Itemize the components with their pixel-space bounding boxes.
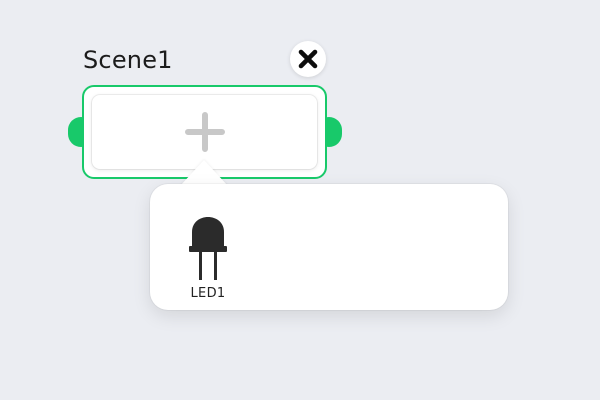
device-label: LED1 <box>190 286 226 301</box>
add-device-slot[interactable] <box>92 95 317 169</box>
plus-icon <box>184 112 225 152</box>
close-icon <box>298 49 318 69</box>
popover-arrow <box>180 160 228 186</box>
scene-title: Scene1 <box>83 46 173 74</box>
close-scene-button[interactable] <box>290 41 326 77</box>
device-picker-popover: LED1 <box>150 184 508 310</box>
led-icon <box>189 217 227 280</box>
device-item-led1[interactable]: LED1 <box>174 202 242 302</box>
